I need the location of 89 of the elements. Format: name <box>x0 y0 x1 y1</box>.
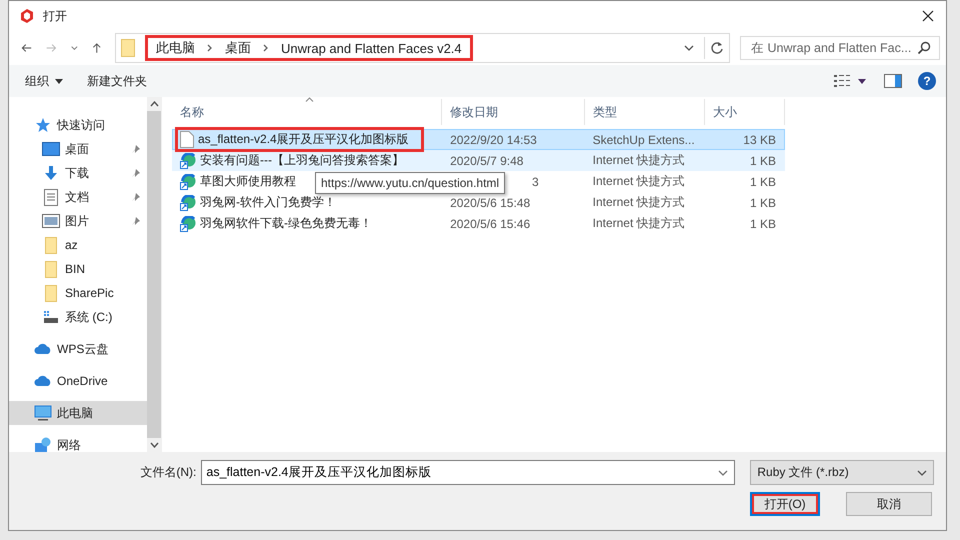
type-cell-text: Internet 快捷方式 <box>592 152 686 169</box>
chevron-right-icon <box>207 44 213 52</box>
sidebar-item[interactable]: 文档 <box>9 185 147 209</box>
chevron-down-icon[interactable] <box>150 442 158 448</box>
size-cell-text: 1 KB <box>748 154 777 168</box>
folder-icon <box>121 39 135 57</box>
date-cell-text: 2020/5/7 9:48 <box>449 154 524 168</box>
file-name-cell: as_flatten-v2.4展开及压平汉化加图标版 <box>175 127 424 152</box>
sort-caret-icon <box>305 97 314 102</box>
caret-down-icon <box>55 78 63 84</box>
cancel-button[interactable]: 取消 <box>846 492 932 516</box>
breadcrumb-item[interactable]: 桌面 <box>225 39 251 57</box>
search-field[interactable]: 在 Unwrap and Flatten Fac... <box>740 36 940 60</box>
chevron-up-icon[interactable] <box>150 101 158 107</box>
sidebar-item[interactable]: OneDrive <box>9 369 147 393</box>
size-cell-text: 1 KB <box>748 196 777 210</box>
breadcrumb-item[interactable]: 此电脑 <box>156 39 195 57</box>
star-icon <box>35 117 51 133</box>
view-options-icon[interactable] <box>834 75 868 87</box>
url-tooltip: https://www.yutu.cn/question.html <box>315 172 506 194</box>
column-header[interactable]: 大小 <box>705 99 785 125</box>
app-logo-icon <box>19 8 35 24</box>
file-row[interactable]: as_flatten-v2.4展开及压平汉化加图标版 2022/9/20 14:53 SketchUp Extens... 13 KB <box>172 129 785 150</box>
folder-icon <box>45 236 57 254</box>
browser-shortcut-icon <box>180 152 196 168</box>
close-icon[interactable] <box>922 10 934 22</box>
file-row[interactable]: 安装有问题---【上羽兔问答搜索答案】 2020/5/7 9:48 Internet 快捷方式 1 KB <box>172 150 785 171</box>
network-icon <box>34 437 52 453</box>
file-type-dropdown[interactable]: Ruby 文件 (*.rbz) <box>750 460 934 485</box>
organize-menu-button[interactable]: 组织 <box>21 70 67 92</box>
sidebar-item[interactable]: 快速访问 <box>9 113 147 137</box>
download-arrow-icon <box>43 165 59 181</box>
pin-icon[interactable] <box>131 144 141 154</box>
computer-icon <box>34 405 52 421</box>
size-cell-text: 1 KB <box>749 174 778 188</box>
open-button[interactable]: 打开(O) <box>750 492 820 516</box>
pin-icon[interactable] <box>131 192 141 202</box>
column-header[interactable]: 类型 <box>585 99 705 125</box>
browser-shortcut-icon <box>180 194 196 210</box>
filename-label: 文件名(N): <box>139 464 198 481</box>
sidebar-item[interactable]: WPS云盘 <box>9 337 147 361</box>
document-icon <box>44 188 58 206</box>
sidebar-item[interactable]: 网络 <box>9 433 147 457</box>
chevron-down-icon <box>917 468 927 476</box>
breadcrumb-item[interactable]: Unwrap and Flatten Faces v2.4 <box>281 40 462 56</box>
type-cell-text: Internet 快捷方式 <box>592 215 686 232</box>
browser-shortcut-icon <box>180 216 196 232</box>
sidebar-item[interactable]: 此电脑 <box>9 401 147 425</box>
type-cell-text: SketchUp Extens... <box>592 132 696 146</box>
file-icon <box>180 131 194 148</box>
chevron-down-icon[interactable] <box>70 44 78 52</box>
folder-icon <box>45 260 57 278</box>
desktop-icon <box>42 142 60 156</box>
type-cell-text: Internet 快捷方式 <box>592 173 686 190</box>
pin-icon[interactable] <box>131 168 141 178</box>
drive-icon <box>43 310 59 324</box>
window-title: 打开 <box>43 8 67 24</box>
column-header[interactable]: 名称 <box>172 99 442 125</box>
up-arrow-icon[interactable] <box>92 40 101 56</box>
sidebar-item[interactable]: az <box>9 233 147 257</box>
date-cell-text: 2022/9/20 14:53 <box>449 132 538 146</box>
filename-field[interactable]: as_flatten-v2.4展开及压平汉化加图标版 <box>201 460 736 485</box>
sidebar-item[interactable]: 图片 <box>9 209 147 233</box>
sidebar-item[interactable]: SharePic <box>9 281 147 305</box>
column-header[interactable]: 修改日期 <box>442 99 585 125</box>
date-cell-text: 2020/5/6 15:46 <box>449 216 532 230</box>
chevron-down-icon[interactable] <box>718 469 728 477</box>
scrollbar[interactable] <box>147 97 161 452</box>
sidebar-item[interactable]: 系统 (C:) <box>9 305 147 329</box>
sidebar-item[interactable]: 桌面 <box>9 137 147 161</box>
type-cell-text: Internet 快捷方式 <box>592 194 686 211</box>
date-cell-text: 2020/5/6 15:48 <box>449 196 532 210</box>
chevron-down-icon[interactable] <box>684 44 694 52</box>
new-folder-button[interactable]: 新建文件夹 <box>83 70 151 92</box>
cloud-icon <box>34 375 52 387</box>
sidebar-item[interactable]: 下载 <box>9 161 147 185</box>
sidebar-item[interactable]: BIN <box>9 257 147 281</box>
size-cell-text: 13 KB <box>742 132 777 146</box>
picture-icon <box>42 214 60 228</box>
size-cell-text: 1 KB <box>748 216 777 230</box>
search-icon <box>917 41 931 55</box>
folder-icon <box>45 284 57 302</box>
browser-shortcut-icon <box>180 174 196 190</box>
cloud-icon <box>34 343 52 355</box>
chevron-right-icon <box>263 44 269 52</box>
preview-pane-icon[interactable] <box>884 74 902 88</box>
pin-icon[interactable] <box>131 216 141 226</box>
help-button[interactable]: ? <box>918 72 936 90</box>
address-bar[interactable]: 此电脑 桌面 Unwrap and Flatten Faces v2.4 <box>115 33 730 63</box>
